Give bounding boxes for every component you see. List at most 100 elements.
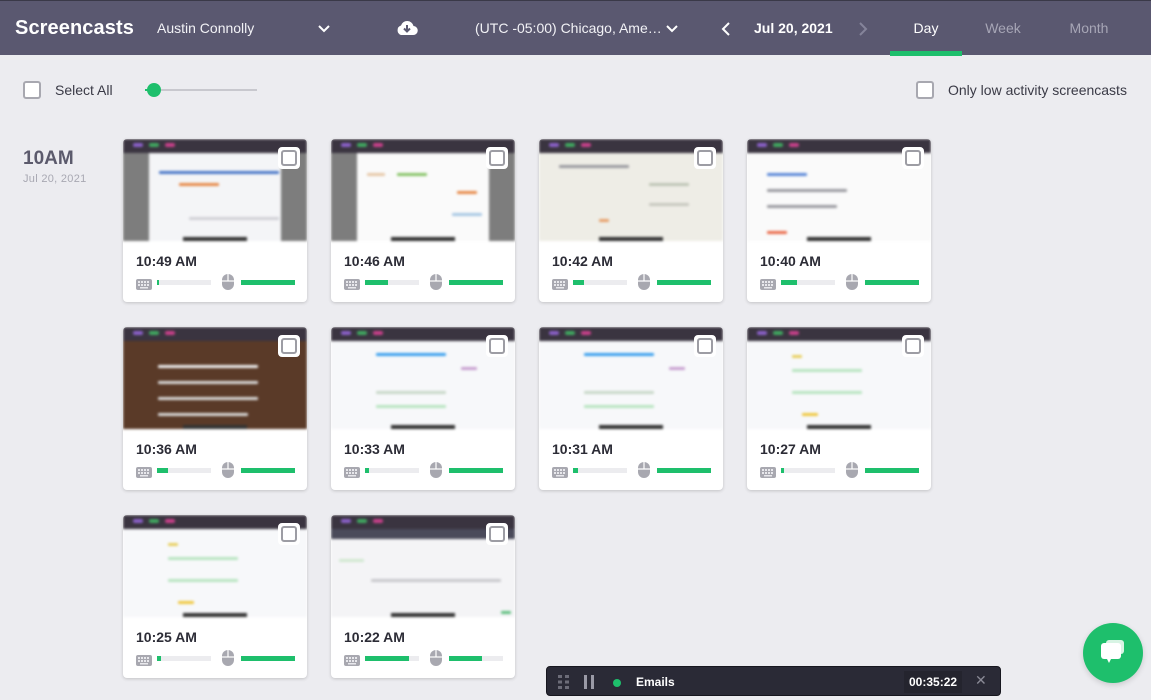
chat-support-button[interactable] [1083,623,1143,683]
user-select-dropdown[interactable]: Austin Connolly [157,20,337,40]
screencast-checkbox[interactable] [694,147,716,169]
previous-day-button[interactable] [718,18,736,40]
screencast-checkbox[interactable] [486,335,508,357]
mouse-activity-fill [241,280,295,285]
mouse-activity-fill [449,280,503,285]
mouse-activity-bar [241,468,295,473]
mouse-icon [222,650,234,666]
mouse-activity-bar [241,656,295,661]
screencast-checkbox[interactable] [694,335,716,357]
hour-heading: 10AM [23,148,74,169]
keyboard-activity-fill [157,280,160,285]
screencast-checkbox[interactable] [902,147,924,169]
low-activity-checkbox[interactable] [916,81,934,99]
timezone-select-dropdown[interactable]: (UTC -05:00) Chicago, Ame… [475,20,685,40]
screencast-time: 10:40 AM [760,253,821,269]
slider-track [145,89,257,91]
screencast-time: 10:36 AM [136,441,197,457]
tab-week[interactable]: Week [967,1,1039,56]
mouse-activity-fill [657,468,711,473]
selected-timezone: (UTC -05:00) Chicago, Ame… [475,20,662,36]
chevron-down-icon [317,20,331,41]
low-activity-label: Only low activity screencasts [948,82,1127,98]
screencast-time: 10:22 AM [344,629,405,645]
keyboard-activity-bar [573,280,627,285]
screencast-card[interactable]: 10:22 AM [331,515,515,678]
page-title: Screencasts [15,17,134,39]
keyboard-activity-bar [781,468,835,473]
mouse-activity-bar [657,280,711,285]
screencast-card[interactable]: 10:27 AM [747,327,931,490]
tab-day[interactable]: Day [890,1,962,56]
screencast-time: 10:49 AM [136,253,197,269]
pause-icon[interactable] [583,675,595,689]
screencast-time: 10:31 AM [552,441,613,457]
screencast-card[interactable]: 10:46 AM [331,139,515,302]
keyboard-activity-bar [365,656,419,661]
mouse-activity-bar [449,656,503,661]
keyboard-activity-fill [365,280,388,285]
keyboard-activity-fill [573,468,579,473]
screencast-checkbox[interactable] [278,147,300,169]
mouse-activity-bar [449,468,503,473]
keyboard-activity-fill [365,468,369,473]
top-nav-bar: Screencasts Austin Connolly (UTC -05:00)… [0,0,1151,56]
thumbnail-size-slider[interactable] [145,81,257,99]
mouse-activity-fill [241,468,295,473]
hour-date: Jul 20, 2021 [23,173,87,185]
screencast-card[interactable]: 10:36 AM [123,327,307,490]
mouse-activity-bar [865,280,919,285]
select-all-checkbox[interactable] [23,81,41,99]
drag-handle-icon[interactable] [558,675,570,689]
next-day-button[interactable] [853,18,871,40]
keyboard-icon [552,465,568,478]
keyboard-activity-bar [365,280,419,285]
screencast-checkbox[interactable] [486,147,508,169]
screencast-checkbox[interactable] [902,335,924,357]
keyboard-icon [344,277,360,290]
keyboard-icon [760,465,776,478]
screencast-card[interactable]: 10:42 AM [539,139,723,302]
screencast-card[interactable]: 10:33 AM [331,327,515,490]
screencast-time: 10:25 AM [136,629,197,645]
screencast-time: 10:33 AM [344,441,405,457]
tracking-status-indicator [613,679,621,687]
current-date: Jul 20, 2021 [754,20,833,36]
screencast-checkbox[interactable] [486,523,508,545]
keyboard-activity-bar [157,280,211,285]
mouse-activity-fill [657,280,711,285]
screencast-checkbox[interactable] [278,335,300,357]
keyboard-activity-fill [157,468,168,473]
close-icon[interactable]: ✕ [975,672,987,689]
mouse-activity-bar [865,468,919,473]
screencast-card[interactable]: 10:49 AM [123,139,307,302]
tab-month[interactable]: Month [1052,1,1126,56]
cloud-download-icon[interactable] [396,19,418,37]
mouse-icon [430,274,442,290]
screencast-card[interactable]: 10:25 AM [123,515,307,678]
mouse-activity-bar [241,280,295,285]
mouse-icon [846,462,858,478]
keyboard-icon [552,277,568,290]
mouse-activity-fill [241,656,295,661]
keyboard-activity-fill [781,468,784,473]
mouse-icon [430,462,442,478]
screencast-card[interactable]: 10:40 AM [747,139,931,302]
keyboard-activity-fill [365,656,410,661]
keyboard-icon [344,465,360,478]
screencast-time: 10:46 AM [344,253,405,269]
keyboard-icon [344,653,360,666]
screencast-card[interactable]: 10:31 AM [539,327,723,490]
keyboard-activity-bar [781,280,835,285]
mouse-icon [638,462,650,478]
mouse-icon [222,462,234,478]
mouse-activity-fill [449,468,503,473]
mouse-icon [638,274,650,290]
slider-handle[interactable] [146,83,161,97]
screencast-checkbox[interactable] [278,523,300,545]
select-all-label: Select All [55,82,113,98]
screencast-time: 10:42 AM [552,253,613,269]
tracked-project-name: Emails [636,675,675,689]
keyboard-activity-fill [573,280,584,285]
keyboard-icon [136,277,152,290]
